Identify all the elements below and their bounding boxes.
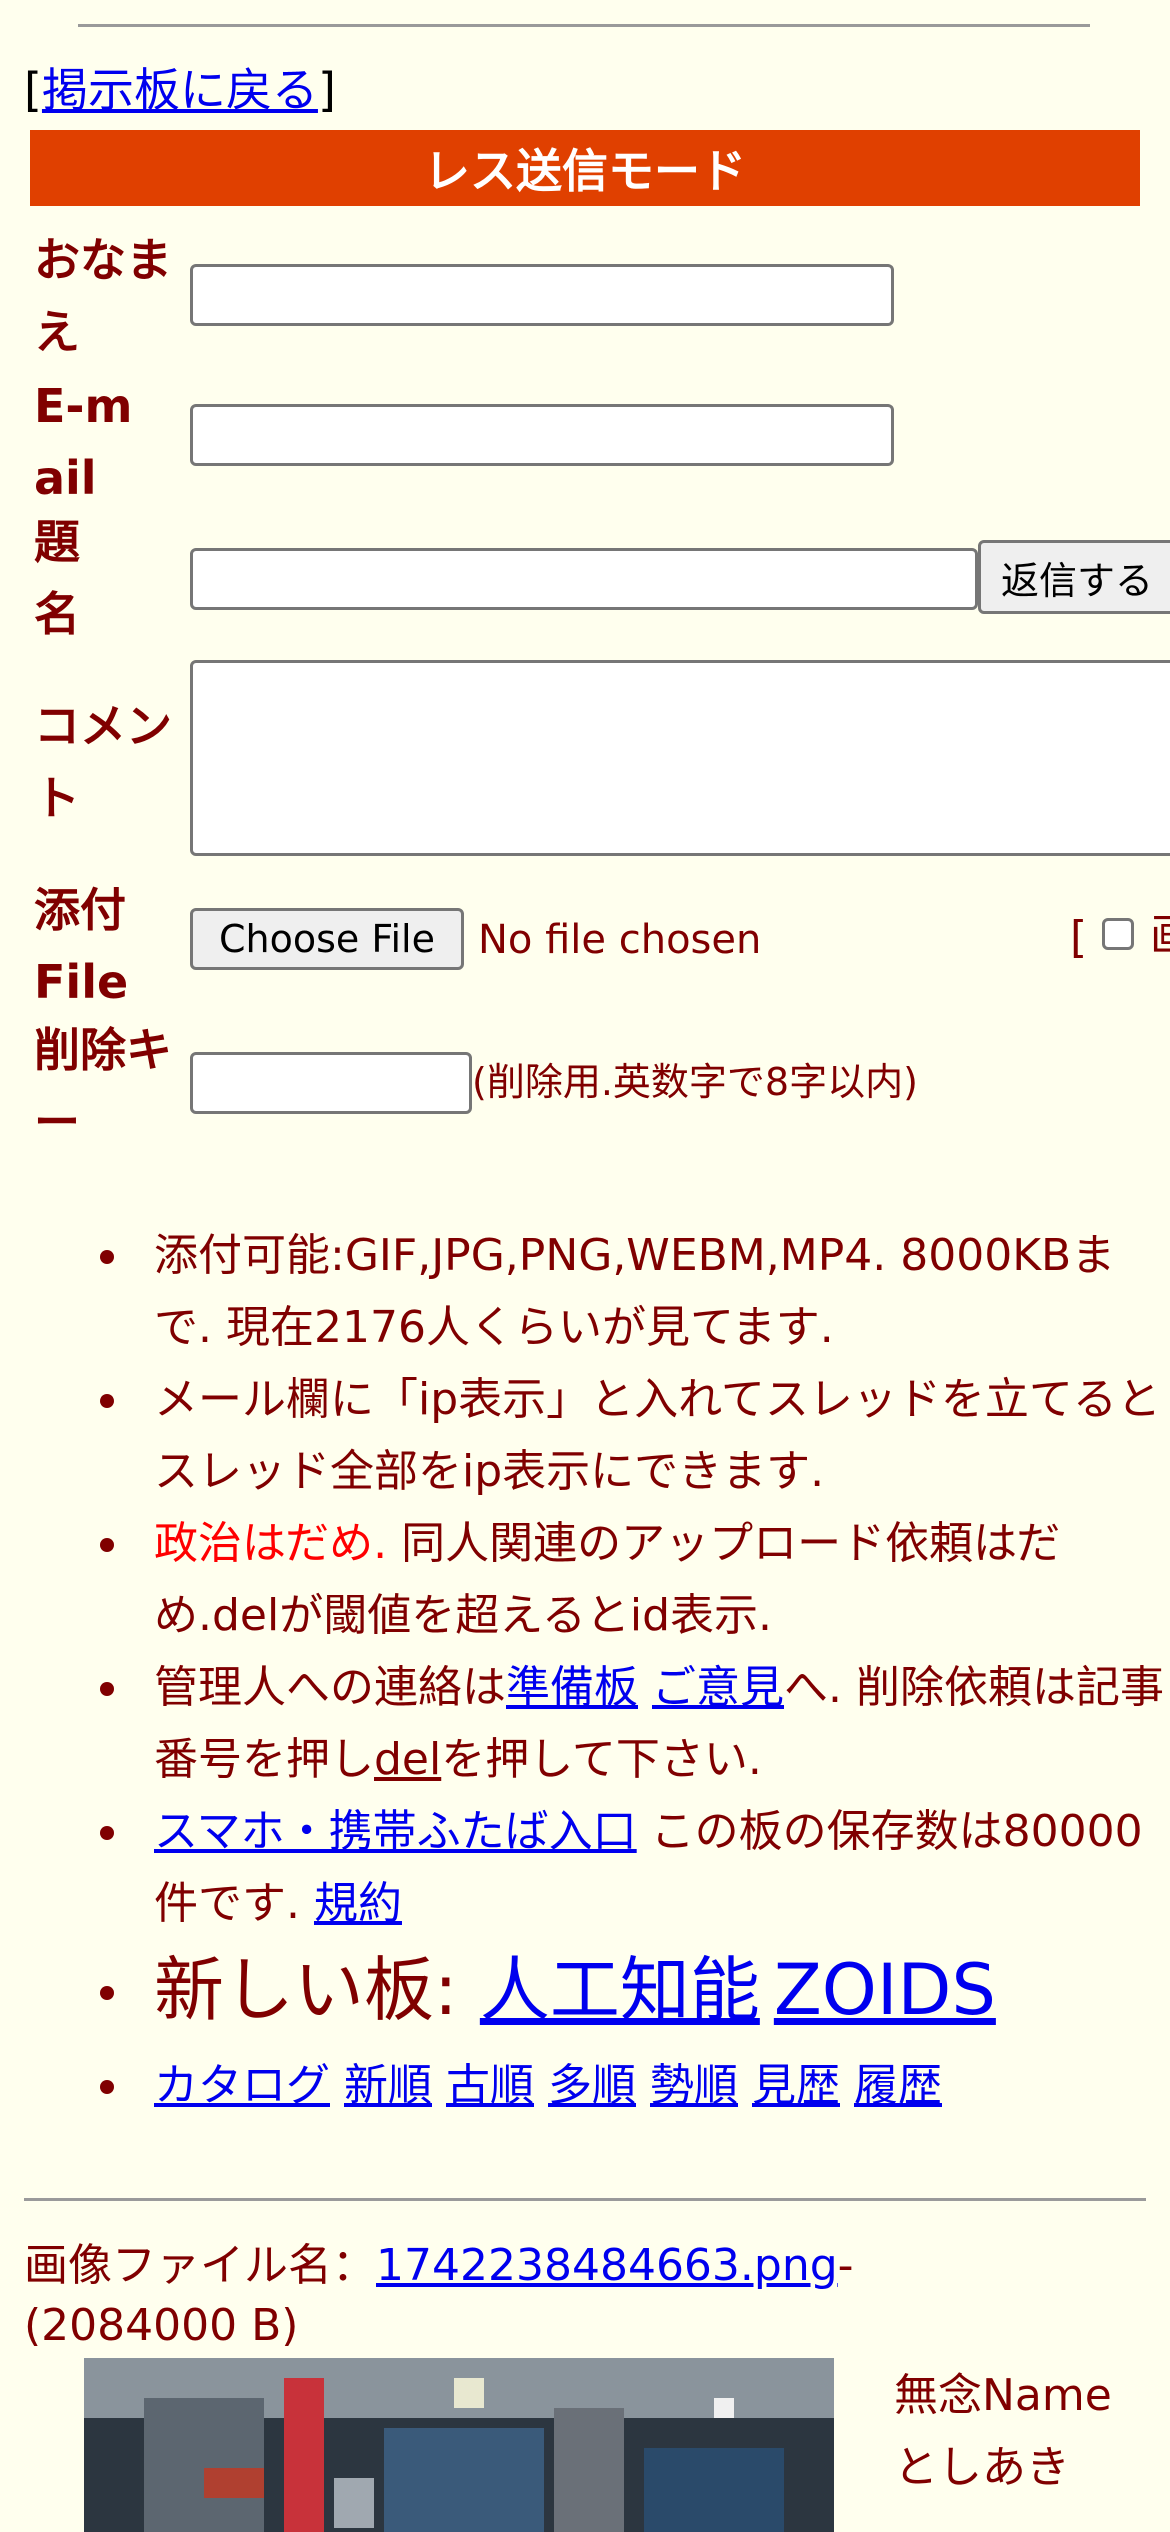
list-item: スマホ・携帯ふたば入口 この板の保存数は80000件です. 規約	[0, 1796, 1170, 1940]
poster-name-label: 無念Name	[894, 2370, 1112, 2421]
name-label: おなまえ	[34, 233, 172, 359]
subject-label: 題名	[34, 515, 80, 641]
delete-key-note: (削除用.英数字で8字以内)	[472, 1060, 918, 1104]
delete-key-input[interactable]	[190, 1052, 472, 1114]
email-input[interactable]	[190, 404, 894, 466]
del-link[interactable]: del	[374, 1734, 441, 1785]
delete-key-label: 削除キー	[34, 1023, 172, 1149]
file-label: 添付File	[34, 883, 129, 1009]
post-history-link[interactable]: 履歴	[854, 2060, 942, 2111]
note-ip-display: メール欄に「ip表示」と入れてスレッドを立てるとスレッド全部をip表示にできます…	[154, 1374, 1161, 1497]
new-boards-label: 新しい板:	[154, 1949, 480, 2031]
prep-board-link[interactable]: 準備板	[506, 1662, 638, 1713]
post-file-info: 画像ファイル名：1742238484663.png- (2084000 B)	[24, 2236, 1124, 2356]
bullet-icon	[100, 1538, 114, 1552]
back-nav: [掲示板に戻る]	[24, 60, 336, 120]
file-name-prefix: 画像ファイル名：	[24, 2240, 376, 2291]
list-item: 新しい板: 人工知能 ZOIDS	[0, 1940, 1170, 2050]
image-option-checkbox[interactable]	[1102, 918, 1134, 950]
file-dash: -	[837, 2240, 854, 2291]
viewed-history-link[interactable]: 見歴	[752, 2060, 840, 2111]
catalog-link[interactable]: カタログ	[154, 2060, 330, 2111]
top-divider	[78, 24, 1090, 27]
back-bracket-close: ]	[317, 63, 336, 117]
submit-reply-button[interactable]: 返信する	[978, 540, 1170, 614]
sort-new-link[interactable]: 新順	[344, 2060, 432, 2111]
comment-textarea[interactable]	[190, 660, 1170, 856]
bullet-icon	[100, 1682, 114, 1696]
note-no-politics: 政治はだめ.	[154, 1518, 388, 1569]
notes-list: 添付可能:GIF,JPG,PNG,WEBM,MP4. 8000KBまで. 現在2…	[0, 1220, 1170, 2122]
sort-many-link[interactable]: 多順	[548, 2060, 636, 2111]
bullet-icon	[100, 1826, 114, 1840]
note-space	[638, 1662, 652, 1713]
bottom-divider	[24, 2198, 1146, 2201]
comment-label: コメント	[34, 699, 172, 825]
reply-mode-banner: レス送信モード	[30, 130, 1140, 206]
list-item: 添付可能:GIF,JPG,PNG,WEBM,MP4. 8000KBまで. 現在2…	[0, 1220, 1170, 1364]
image-option-bracket: [	[1070, 912, 1088, 963]
list-item: 政治はだめ. 同人関連のアップロード依頼はだめ.delが閾値を超えるとid表示.	[0, 1508, 1170, 1652]
note-contact-text: 管理人への連絡は	[154, 1662, 506, 1713]
thumbnail-photo	[84, 2358, 834, 2532]
image-option-label: 画	[1150, 906, 1170, 966]
mobile-entrance-link[interactable]: スマホ・携帯ふたば入口	[154, 1806, 637, 1857]
no-file-chosen-text: No file chosen	[478, 917, 762, 963]
bullet-icon	[100, 1986, 114, 2000]
terms-link[interactable]: 規約	[314, 1878, 402, 1929]
post-name-block: 無念Name としあき	[894, 2360, 1112, 2504]
email-label: E-mail	[34, 379, 133, 505]
file-size: (2084000 B)	[24, 2300, 299, 2351]
zoids-board-link[interactable]: ZOIDS	[774, 1949, 996, 2031]
poster-name-value: としあき	[894, 2442, 1070, 2493]
image-file-link[interactable]: 1742238484663.png	[376, 2240, 838, 2291]
choose-file-button[interactable]: Choose File	[190, 908, 464, 970]
name-input[interactable]	[190, 264, 894, 326]
feedback-link[interactable]: ご意見	[652, 1662, 784, 1713]
bullet-icon	[100, 2080, 114, 2094]
sort-old-link[interactable]: 古順	[446, 2060, 534, 2111]
list-item: カタログ 新順 古順 多順 勢順 見歴 履歴	[0, 2050, 1170, 2122]
back-bracket-open: [	[24, 63, 42, 117]
sort-momentum-link[interactable]: 勢順	[650, 2060, 738, 2111]
list-item: メール欄に「ip表示」と入れてスレッドを立てるとスレッド全部をip表示にできます…	[0, 1364, 1170, 1508]
back-to-board-link[interactable]: 掲示板に戻る	[42, 63, 318, 117]
post-image-thumbnail[interactable]	[84, 2358, 834, 2532]
list-item: 管理人への連絡は準備板 ご意見へ. 削除依頼は記事番号を押しdelを押して下さい…	[0, 1652, 1170, 1796]
reply-mode-title: レス送信モード	[424, 144, 746, 198]
bullet-icon	[100, 1394, 114, 1408]
note-delete-text-end: を押して下さい.	[441, 1734, 762, 1785]
bullet-icon	[100, 1250, 114, 1264]
subject-input[interactable]	[190, 548, 978, 610]
note-upload-info: 添付可能:GIF,JPG,PNG,WEBM,MP4. 8000KBまで. 現在2…	[154, 1230, 1116, 1353]
ai-board-link[interactable]: 人工知能	[480, 1949, 760, 2031]
